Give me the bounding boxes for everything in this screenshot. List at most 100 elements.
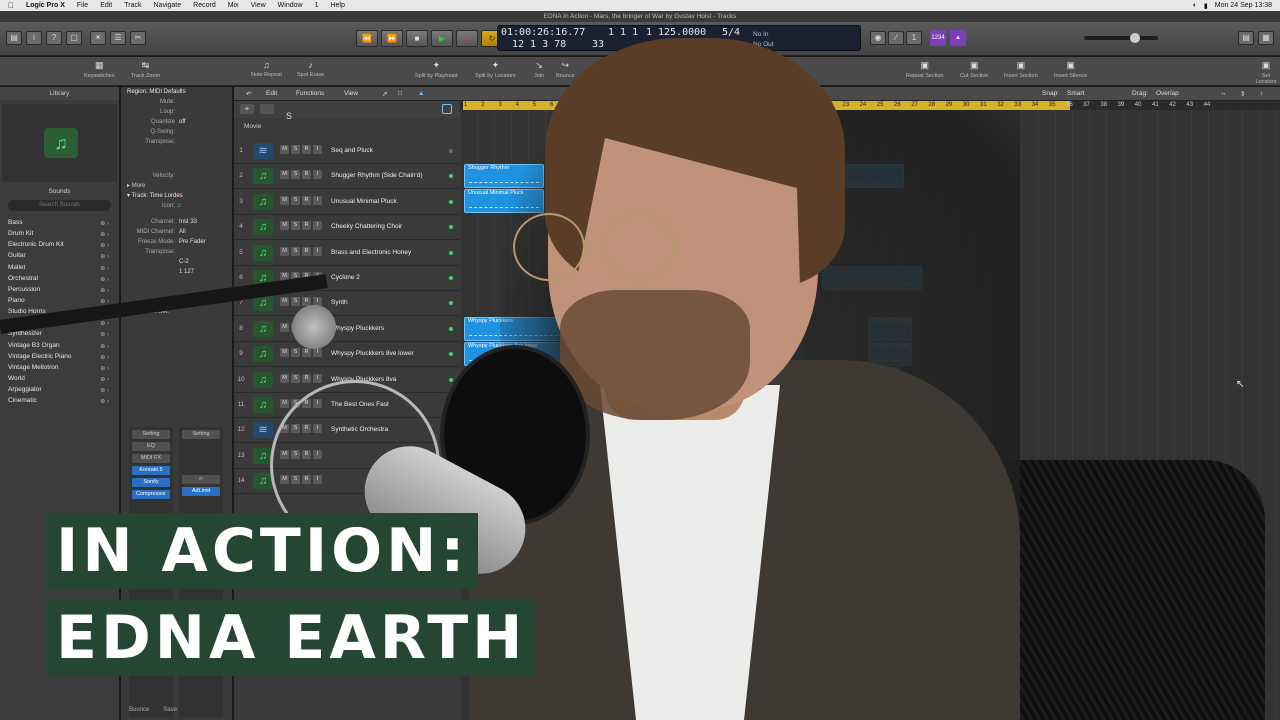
menu-one[interactable]: 1 — [315, 2, 319, 9]
menu-view[interactable]: View — [251, 2, 266, 9]
menu-edit[interactable]: Edit — [100, 2, 112, 9]
add-track-button[interactable]: + — [240, 104, 254, 114]
tool-track-zoom[interactable]: ↹ Track Zoom — [131, 60, 160, 79]
region-header[interactable]: Region: MIDI Defaults — [121, 87, 232, 97]
edit-menu[interactable]: Edit — [266, 90, 277, 97]
channel-row[interactable]: Channel: Inst 33 — [121, 217, 232, 227]
music-note-icon[interactable]: ♫ — [253, 346, 273, 363]
library-category[interactable]: World ⊕ › — [0, 373, 119, 384]
catch-icon[interactable]: □ — [398, 90, 402, 97]
menu-file[interactable]: File — [77, 2, 88, 9]
mute-button[interactable]: M — [280, 373, 289, 383]
tool-note-repeat[interactable]: ♫ Note Repeat — [251, 60, 282, 78]
mixer-icon[interactable]: ☰ — [110, 31, 126, 45]
info-icon[interactable]: i — [26, 31, 42, 45]
save-label[interactable]: Save — [163, 707, 177, 713]
input-monitor-button[interactable]: I — [313, 373, 322, 383]
input-monitor-button[interactable]: I — [313, 348, 322, 358]
master-volume-knob[interactable] — [1130, 33, 1140, 43]
record-enable-button[interactable]: R — [302, 170, 311, 180]
mute-button[interactable]: M — [280, 399, 289, 408]
track-name[interactable]: Shugger Rhythm (Side Chain'd) — [331, 172, 423, 179]
library-patch-tile[interactable]: ♫ — [2, 104, 117, 182]
track-name[interactable]: Synth — [331, 299, 348, 306]
tool-repeat-section[interactable]: ▣ Repeat Section — [906, 60, 944, 79]
library-toggle-icon[interactable]: ▤ — [6, 31, 22, 45]
track-header[interactable]: 1 ≋ M S R I Seq and Pluck — [234, 139, 460, 164]
music-note-icon[interactable]: ♫ — [253, 371, 273, 388]
master-volume-slider[interactable] — [1084, 36, 1158, 40]
metronome-icon[interactable]: ▲ — [950, 30, 966, 46]
view-menu[interactable]: View — [344, 90, 358, 97]
track-header[interactable]: 8♫MSRIWhyspy Pluckkers — [234, 317, 460, 342]
library-category[interactable]: Orchestral ⊕ › — [0, 273, 119, 284]
solo-button[interactable]: S — [291, 170, 300, 180]
apple-icon[interactable]:  — [8, 1, 14, 10]
track-header[interactable]: 4 ♫ M S R I Cheeky Chattering Choir — [234, 215, 460, 241]
mute-button[interactable]: M — [280, 348, 289, 358]
more-row[interactable]: ▸ More — [121, 181, 232, 191]
track-name[interactable]: Whyspy Pluckkers — [331, 325, 384, 332]
solo-button[interactable]: S — [291, 373, 300, 383]
library-category[interactable]: Piano ⊕ › — [0, 295, 119, 306]
transpose-row[interactable]: Transpose: — [121, 137, 232, 147]
drag-dropdown[interactable]: Overlap — [1156, 90, 1179, 97]
s-button[interactable]: S — [286, 102, 292, 130]
waveform-icon[interactable]: ≋ — [253, 422, 273, 439]
library-category[interactable]: Bass ⊕ › — [0, 217, 119, 228]
zoom-h-icon[interactable]: ⇕ — [1240, 90, 1245, 98]
plugin-compressor[interactable]: Compressor — [132, 490, 170, 499]
track-name[interactable]: Seq and Pluck — [331, 147, 373, 154]
forward-button[interactable]: ⏩ — [381, 30, 403, 47]
mute-button[interactable]: M — [280, 145, 289, 154]
record-enable-button[interactable]: R — [302, 221, 311, 231]
global-tracks-icon[interactable] — [442, 104, 452, 114]
record-enable-button[interactable]: R — [302, 195, 311, 205]
tuner-icon[interactable]: ◉ — [870, 31, 886, 45]
plugin-kontakt[interactable]: Kontakt 5 — [132, 466, 170, 475]
tool-cut-section[interactable]: ▣ Cut Section — [960, 60, 988, 79]
tool-insert-section[interactable]: ▣ Insert Section — [1004, 60, 1038, 79]
record-enable-button[interactable]: R — [302, 373, 311, 383]
library-category[interactable]: Vintage Mellotron ⊕ › — [0, 362, 119, 373]
expand-icon[interactable]: ⊕ › — [100, 397, 109, 408]
transpose2-row[interactable]: Transpose: — [121, 247, 232, 257]
record-enable-button[interactable]: R — [302, 348, 311, 358]
track-name[interactable]: Brass and Electronic Honey — [331, 249, 411, 256]
tool-bounce[interactable]: ↪ Bounce — [556, 60, 575, 79]
tool-split-by-locators[interactable]: ✦ Split by Locators — [475, 60, 516, 79]
track-header[interactable]: 9 ♫ M S R I Whyspy Pluckkers 8ve lower — [234, 342, 460, 368]
mute-button[interactable]: M — [280, 195, 289, 205]
mute-button[interactable]: M — [280, 170, 289, 180]
flex-icon[interactable]: ▲ — [418, 90, 424, 97]
setting-button[interactable]: Setting — [132, 430, 170, 439]
menu-record[interactable]: Record — [193, 2, 216, 9]
music-note-icon[interactable]: ♫ — [253, 320, 273, 337]
midi-fx-button[interactable]: MIDI FX — [132, 454, 170, 463]
velocity-limit-row[interactable]: 1 127 — [121, 267, 232, 277]
app-menu[interactable]: Logic Pro X — [26, 2, 65, 9]
clock[interactable]: Mon 24 Sep 13:38 — [1215, 2, 1272, 9]
freeze-mode-row[interactable]: Freeze Mode: Pre Fader — [121, 237, 232, 247]
track-header[interactable]: 2 ♫ M S R I Shugger Rhythm (Side Chain'd) — [234, 164, 460, 190]
record-enable-button[interactable]: R — [302, 246, 311, 256]
library-category[interactable]: Vintage Electric Piano ⊕ › — [0, 351, 119, 362]
mute-button[interactable]: M — [280, 322, 289, 332]
snap-dropdown[interactable]: Smart — [1067, 90, 1084, 97]
back-icon[interactable]: ↶ — [246, 90, 251, 98]
track-name[interactable]: Cheeky Chattering Choir — [331, 223, 402, 230]
battery-icon[interactable]: ▮ — [1204, 2, 1208, 10]
mute-button[interactable]: M — [280, 246, 289, 256]
music-note-icon[interactable]: ♫ — [253, 168, 273, 185]
mute-row[interactable]: Mute: — [121, 97, 232, 107]
solo-button[interactable]: S — [291, 348, 300, 358]
play-button[interactable]: ▶ — [431, 30, 453, 47]
tool-split-by-playhead[interactable]: ✦ Split by Playhead — [415, 60, 458, 79]
duplicate-track-icon[interactable] — [260, 104, 274, 114]
solo-button[interactable]: S — [291, 221, 300, 231]
track-name[interactable]: Cyclone 2 — [331, 274, 360, 281]
plugin-adlimit[interactable]: AdLimit — [182, 487, 220, 496]
tool-set-locators[interactable]: ▣ Set Locators — [1252, 60, 1280, 85]
input-monitor-button[interactable]: I — [313, 221, 322, 231]
eq-button[interactable]: EQ — [132, 442, 170, 451]
